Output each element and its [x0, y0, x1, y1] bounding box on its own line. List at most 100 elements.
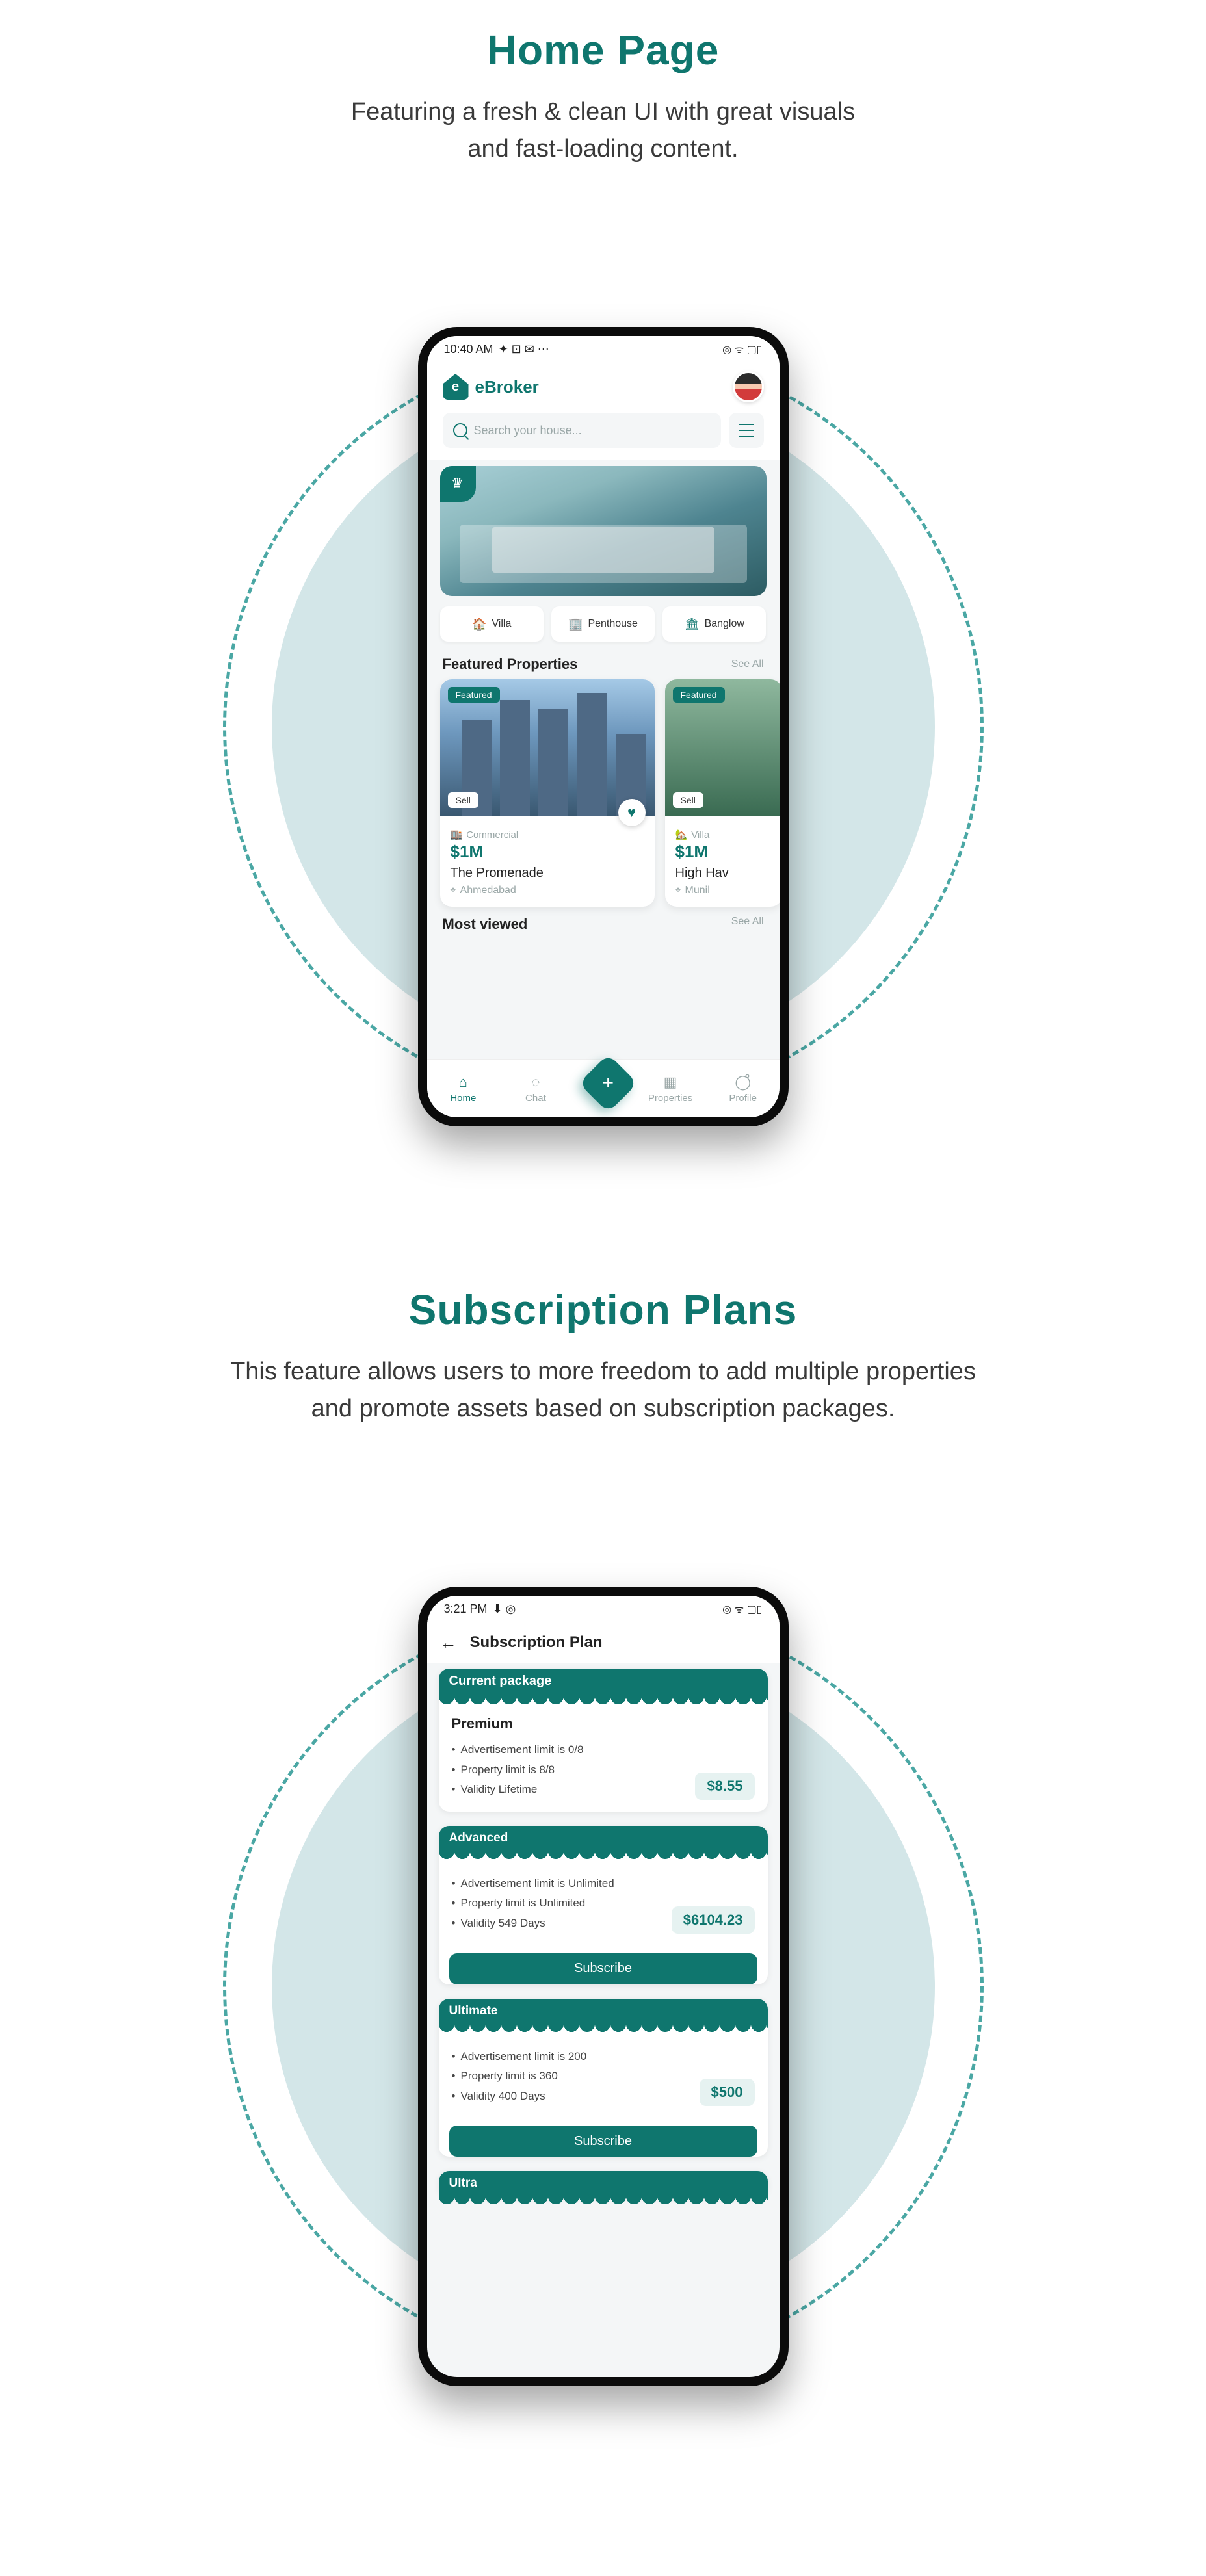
- wave-divider: [439, 1851, 768, 1860]
- chat-icon: ◌: [531, 1074, 540, 1091]
- featured-header: Featured Properties See All: [427, 652, 780, 679]
- property-card[interactable]: Featured Sell ♥ 🏬 Commercial $1M The Pro…: [440, 679, 655, 907]
- phone-screen-home: 10:40 AM ✦ ⊡ ✉ ⋯ ◎ ᯤ ▢▯ e eBroker Se: [427, 336, 780, 1117]
- property-card[interactable]: Featured Sell 🏡 Villa $1M High Hav ⌖: [665, 679, 780, 907]
- crown-badge-icon: ♛: [440, 466, 476, 502]
- status-time: 3:21 PM: [444, 1602, 488, 1616]
- banglow-icon: 🏛: [685, 618, 700, 631]
- location-icon: ⌖: [675, 885, 681, 896]
- most-viewed-header: Most viewed See All: [427, 907, 780, 933]
- plan-card-ultra: Ultra: [439, 2171, 768, 2197]
- favorite-button[interactable]: ♥: [618, 799, 646, 826]
- status-icons-right: ◎ ᯤ ▢▯: [722, 342, 762, 356]
- plus-icon: +: [603, 1072, 614, 1094]
- plan-card-current: Current package Premium Advertisement li…: [439, 1669, 768, 1812]
- property-type: Commercial: [466, 829, 518, 840]
- featured-tag: Featured: [448, 687, 500, 703]
- section-desc: This feature allows users to more freedo…: [148, 1353, 1058, 1427]
- page-header: ← Subscription Plan: [427, 1622, 780, 1663]
- villa-icon: 🏠: [472, 618, 486, 631]
- current-package-label: Current package: [439, 1669, 768, 1697]
- back-arrow-icon[interactable]: ←: [440, 1633, 457, 1653]
- section-desc: Featuring a fresh & clean UI with great …: [148, 94, 1058, 168]
- mock-stage: 10:40 AM ✦ ⊡ ✉ ⋯ ◎ ᯤ ▢▯ e eBroker Se: [0, 272, 1206, 1182]
- wave-divider: [439, 1697, 768, 1706]
- plan-title: Advanced: [439, 1826, 768, 1852]
- location-icon: ⌖: [451, 885, 456, 896]
- section-title: Home Page: [0, 26, 1206, 74]
- property-image: Featured Sell ♥: [440, 679, 655, 816]
- status-icons-right: ◎ ᯤ ▢▯: [722, 1602, 762, 1616]
- featured-tag: Featured: [673, 687, 725, 703]
- property-name: The Promenade: [451, 866, 644, 881]
- add-fab[interactable]: +: [579, 1054, 638, 1113]
- filter-icon: [739, 424, 754, 437]
- nav-profile[interactable]: ◯̊ Profile: [717, 1074, 769, 1104]
- plan-price: $6104.23: [672, 1906, 755, 1934]
- plan-price: $8.55: [695, 1773, 754, 1800]
- app-header: e eBroker: [427, 362, 780, 409]
- see-all-link[interactable]: See All: [731, 658, 764, 670]
- hero-banner[interactable]: ♛: [440, 466, 767, 596]
- property-image: Featured Sell: [665, 679, 780, 816]
- status-icons-left: ⬇ ◎: [493, 1602, 516, 1616]
- status-icons-left: ✦ ⊡ ✉ ⋯: [499, 343, 549, 356]
- profile-icon: ◯̊: [735, 1074, 751, 1091]
- type-icon: 🏬: [451, 829, 463, 840]
- sell-tag: Sell: [673, 792, 703, 808]
- nav-chat[interactable]: ◌ Chat: [510, 1074, 562, 1104]
- status-bar: 3:21 PM ⬇ ◎ ◎ ᯤ ▢▯: [427, 1596, 780, 1622]
- phone-frame: 10:40 AM ✦ ⊡ ✉ ⋯ ◎ ᯤ ▢▯ e eBroker Se: [418, 327, 789, 1126]
- brand[interactable]: e eBroker: [443, 374, 539, 400]
- nav-home[interactable]: ⌂ Home: [437, 1074, 489, 1104]
- brand-name: eBroker: [475, 377, 539, 397]
- property-location: Munil: [685, 885, 710, 896]
- see-all-link[interactable]: See All: [731, 916, 764, 933]
- avatar[interactable]: [733, 371, 764, 402]
- property-price: $1M: [451, 842, 644, 862]
- category-penthouse[interactable]: 🏢 Penthouse: [551, 606, 655, 642]
- subscription-section: Subscription Plans This feature allows u…: [0, 1260, 1206, 2519]
- subscribe-button[interactable]: Subscribe: [449, 1953, 757, 1984]
- category-banglow[interactable]: 🏛 Banglow: [662, 606, 766, 642]
- featured-title: Featured Properties: [443, 656, 578, 673]
- property-cards-row[interactable]: Featured Sell ♥ 🏬 Commercial $1M The Pro…: [427, 679, 780, 907]
- plan-bullets: Advertisement limit is Unlimited Propert…: [452, 1874, 614, 1934]
- sell-tag: Sell: [448, 792, 478, 808]
- property-type: Villa: [691, 829, 709, 840]
- plan-price: $500: [700, 2079, 755, 2106]
- home-icon: ⌂: [459, 1074, 467, 1091]
- bottom-nav: ⌂ Home ◌ Chat + ▦ Properties: [427, 1059, 780, 1117]
- plan-list[interactable]: Current package Premium Advertisement li…: [427, 1663, 780, 2217]
- property-price: $1M: [675, 842, 772, 862]
- nav-properties[interactable]: ▦ Properties: [644, 1074, 696, 1104]
- search-placeholder: Search your house...: [474, 424, 582, 437]
- type-icon: 🏡: [675, 829, 688, 840]
- property-location: Ahmedabad: [460, 885, 516, 896]
- brand-icon: e: [443, 374, 469, 400]
- wave-divider: [439, 2196, 768, 2205]
- plan-name: Premium: [452, 1715, 755, 1732]
- penthouse-icon: 🏢: [568, 618, 583, 631]
- filter-button[interactable]: [729, 413, 764, 448]
- category-villa[interactable]: 🏠 Villa: [440, 606, 544, 642]
- plan-card-ultimate: Ultimate Advertisement limit is 200 Prop…: [439, 1999, 768, 2157]
- home-section: Home Page Featuring a fresh & clean UI w…: [0, 0, 1206, 1260]
- search-icon: [453, 423, 467, 437]
- plan-bullets: Advertisement limit is 200 Property limi…: [452, 2047, 587, 2107]
- properties-icon: ▦: [664, 1074, 677, 1091]
- subscribe-button[interactable]: Subscribe: [449, 2126, 757, 2157]
- wave-divider: [439, 2024, 768, 2033]
- search-input[interactable]: Search your house...: [443, 413, 721, 448]
- search-row: Search your house...: [427, 409, 780, 460]
- phone-frame: 3:21 PM ⬇ ◎ ◎ ᯤ ▢▯ ← Subscription Plan C…: [418, 1587, 789, 2386]
- plan-bullets: Advertisement limit is 0/8 Property limi…: [452, 1740, 584, 1800]
- plan-card-advanced: Advanced Advertisement limit is Unlimite…: [439, 1826, 768, 1984]
- status-bar: 10:40 AM ✦ ⊡ ✉ ⋯ ◎ ᯤ ▢▯: [427, 336, 780, 362]
- page-title: Subscription Plan: [470, 1633, 603, 1652]
- phone-screen-subscription: 3:21 PM ⬇ ◎ ◎ ᯤ ▢▯ ← Subscription Plan C…: [427, 1596, 780, 2377]
- plan-title: Ultimate: [439, 1999, 768, 2025]
- category-row: 🏠 Villa 🏢 Penthouse 🏛 Banglow: [427, 603, 780, 652]
- plan-title: Ultra: [439, 2171, 768, 2197]
- property-name: High Hav: [675, 866, 772, 881]
